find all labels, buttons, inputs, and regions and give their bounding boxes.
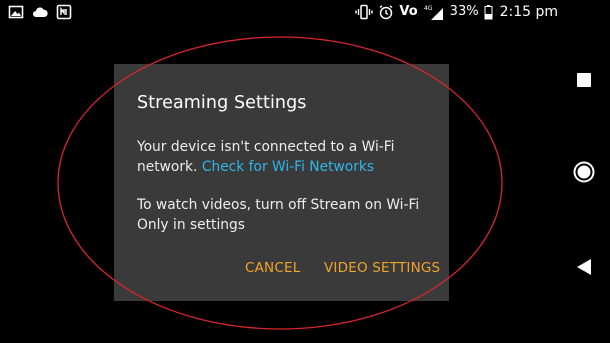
network-label: 4G	[424, 5, 433, 12]
status-bar-right: Vo 4G 33% 2:15 pm	[355, 3, 558, 21]
image-notification-icon	[8, 5, 24, 19]
clock-time: 2:15 pm	[499, 4, 558, 20]
battery-icon	[484, 5, 493, 20]
home-icon[interactable]	[572, 160, 596, 184]
streaming-settings-dialog: Streaming Settings Your device isn't con…	[114, 64, 449, 301]
navigation-bar	[558, 26, 610, 343]
vibrate-icon	[355, 4, 374, 20]
dialog-actions: CANCEL VIDEO SETTINGS	[114, 260, 449, 280]
dialog-title: Streaming Settings	[137, 93, 307, 113]
recents-icon[interactable]	[572, 68, 596, 92]
cancel-button[interactable]: CANCEL	[245, 260, 300, 276]
signal-4g-icon: 4G	[424, 5, 443, 20]
stream-settings-message: To watch videos, turn off Stream on Wi-F…	[137, 197, 420, 233]
battery-percent: 33%	[449, 4, 479, 19]
status-bar-left	[8, 4, 72, 20]
check-wifi-link[interactable]: Check for Wi-Fi Networks	[202, 159, 374, 175]
nfc-tag-icon	[56, 4, 72, 20]
back-icon[interactable]	[572, 255, 596, 279]
status-bar: Vo 4G 33% 2:15 pm	[0, 0, 610, 26]
wifi-message: Your device isn't connected to a Wi-Fi n…	[137, 137, 437, 177]
cloud-notification-icon	[33, 7, 48, 17]
alarm-icon	[379, 5, 393, 20]
volte-label: Vo	[399, 4, 418, 19]
video-settings-button[interactable]: VIDEO SETTINGS	[324, 260, 440, 276]
